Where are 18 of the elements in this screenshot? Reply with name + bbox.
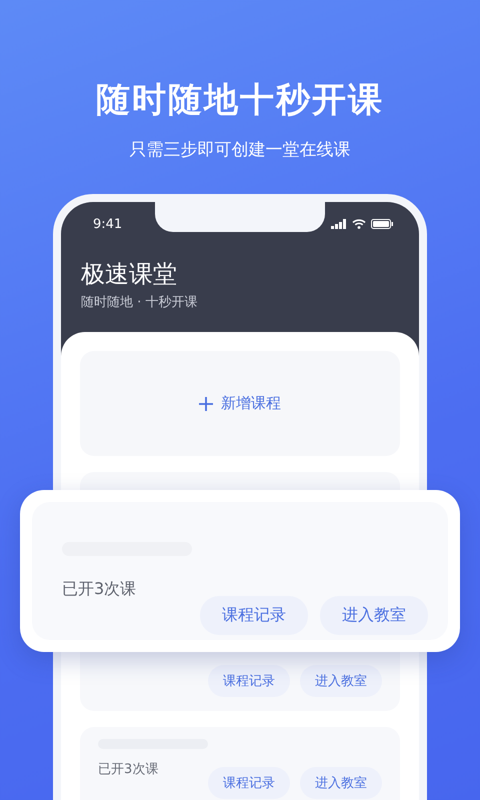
course-count: 已开3次课 [62, 578, 138, 600]
headline: 随时随地十秒开课 [95, 79, 385, 122]
pill-button[interactable]: 进入教室 [300, 665, 382, 697]
pill-button[interactable]: 进入教室 [320, 596, 428, 635]
subheadline: 只需三步即可创建一堂在线课 [128, 139, 352, 162]
plus-icon [199, 396, 213, 410]
status-time: 9:41 [93, 216, 122, 232]
pill-button[interactable]: 进入教室 [300, 767, 382, 799]
wifi-icon [352, 219, 366, 229]
pill-button[interactable]: 课程记录 [208, 665, 290, 697]
app-title: 极速课堂 [80, 259, 178, 290]
battery-icon [371, 219, 393, 229]
add-course-button[interactable]: 新增课程 [80, 351, 400, 456]
app-subtitle: 随时随地 · 十秒开课 [80, 294, 198, 312]
pill-button[interactable]: 课程记录 [200, 596, 308, 635]
pill-button[interactable]: 课程记录 [208, 767, 290, 799]
signal-icon [331, 219, 347, 229]
course-count: 已开3次课 [98, 761, 158, 779]
